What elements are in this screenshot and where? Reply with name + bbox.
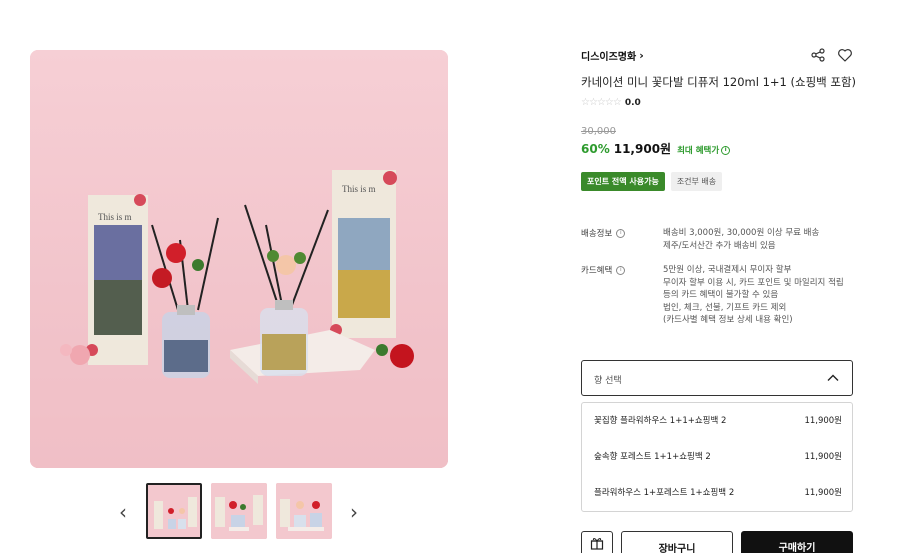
shipping-line: 제주/도서산간 추가 배송비 있음 <box>663 240 776 251</box>
purchase-actions: 장바구니 구매하기 <box>581 531 853 553</box>
tag-shipping: 조건부 배송 <box>670 172 723 191</box>
card-lines: 5만원 이상, 국내결제시 무이자 할부 무이자 할부 이용 시, 카드 포인트… <box>663 264 844 327</box>
shipping-label: 배송정보 <box>581 229 613 239</box>
scent-select[interactable]: 향 선택 <box>581 360 853 396</box>
thumbnail-strip: ‹ › <box>30 482 448 542</box>
scent-option-list: 꽃집향 플라워하우스 1+1+쇼핑백 2 11,900원 숲속향 포레스트 1+… <box>581 402 853 512</box>
card-line: (카드사별 혜택 정보 상세 내용 확인) <box>663 315 793 325</box>
option-price: 11,900원 <box>804 488 842 498</box>
card-label-group[interactable]: 카드혜택 i <box>581 264 626 276</box>
scent-select-placeholder: 향 선택 <box>594 376 622 386</box>
option-item[interactable]: 숲속향 포레스트 1+1+쇼핑백 2 11,900원 <box>594 447 842 465</box>
left-box-package: This is m <box>86 194 148 365</box>
chevron-up-icon <box>827 374 839 381</box>
left-box-label: This is m <box>98 212 132 222</box>
shipping-label-group[interactable]: 배송정보 i <box>581 227 626 239</box>
thumbnail-3[interactable] <box>276 483 332 539</box>
card-line: 무이자 할부 이용 시, 카드 포인트 및 마일리지 적립 <box>663 277 844 288</box>
star-rating-icon: ☆☆☆☆☆ <box>581 97 622 108</box>
tag-point: 포인트 전액 사용가능 <box>581 172 665 191</box>
brand-link[interactable]: 디스이즈명화 › <box>581 48 644 63</box>
rating-value: 0.0 <box>624 97 641 108</box>
buy-now-button[interactable]: 구매하기 <box>741 531 853 553</box>
right-box-package: This is m <box>330 170 397 338</box>
option-name: 꽃집향 플라워하우스 1+1+쇼핑백 2 <box>594 416 727 426</box>
max-benefit-link[interactable]: 최대 혜택가 i <box>677 144 731 156</box>
max-benefit-label: 최대 혜택가 <box>677 146 720 156</box>
card-label: 카드혜택 <box>581 266 613 276</box>
card-line: 5만원 이상, 국내결제시 무이자 할부 <box>663 265 792 275</box>
brand-row: 디스이즈명화 › <box>581 44 853 68</box>
chevron-right-icon: › <box>639 49 644 62</box>
option-name: 숲속향 포레스트 1+1+쇼핑백 2 <box>594 452 711 462</box>
shipping-line: 배송비 3,000원, 30,000원 이상 무료 배송 <box>663 228 820 238</box>
card-line: 등의 카드 혜택이 불가할 수 있음 <box>663 290 779 300</box>
product-main-image: This is m This is m <box>30 50 448 468</box>
option-item[interactable]: 플라워하우스 1+포레스트 1+쇼핑백 2 11,900원 <box>594 483 842 501</box>
card-line: 법인, 체크, 선불, 기프트 카드 제외 <box>663 302 787 313</box>
product-info-panel: 디스이즈명화 › 카네이션 미니 꽃다발 디퓨저 120ml 1+1 (쇼핑백 … <box>581 44 856 553</box>
share-icon[interactable] <box>811 48 825 62</box>
right-box-label: This is m <box>342 184 376 194</box>
add-to-cart-button[interactable]: 장바구니 <box>621 531 733 553</box>
heart-icon[interactable] <box>837 47 853 63</box>
brand-name: 디스이즈명화 <box>581 52 637 63</box>
thumbnail-2[interactable] <box>211 483 267 539</box>
option-name: 플라워하우스 1+포레스트 1+쇼핑백 2 <box>594 488 735 498</box>
gift-button[interactable] <box>581 531 613 553</box>
diffuser-photo: This is m This is m <box>30 50 448 468</box>
price-row: 60% 11,900원 최대 혜택가 i <box>581 140 731 157</box>
gift-icon <box>590 538 604 550</box>
info-icon: i <box>616 228 626 238</box>
option-price: 11,900원 <box>804 416 842 426</box>
discount-rate: 60% <box>581 142 610 156</box>
thumbnail-1[interactable] <box>146 483 202 539</box>
shipping-lines: 배송비 3,000원, 30,000원 이상 무료 배송 제주/도서산간 추가 … <box>663 227 819 252</box>
chevron-right-icon[interactable]: › <box>344 500 364 524</box>
sale-price: 11,900원 <box>613 142 672 156</box>
option-item[interactable]: 꽃집향 플라워하우스 1+1+쇼핑백 2 11,900원 <box>594 411 842 429</box>
info-icon: i <box>616 265 626 275</box>
product-title: 카네이션 미니 꽃다발 디퓨저 120ml 1+1 (쇼핑백 포함) <box>581 75 857 89</box>
info-icon: i <box>721 145 731 155</box>
rating: ☆☆☆☆☆ 0.0 <box>581 97 641 108</box>
original-price: 30,000 <box>581 126 616 137</box>
tag-list: 포인트 전액 사용가능 조건부 배송 <box>581 172 723 191</box>
chevron-left-icon[interactable]: ‹ <box>113 500 133 524</box>
option-price: 11,900원 <box>804 452 842 462</box>
